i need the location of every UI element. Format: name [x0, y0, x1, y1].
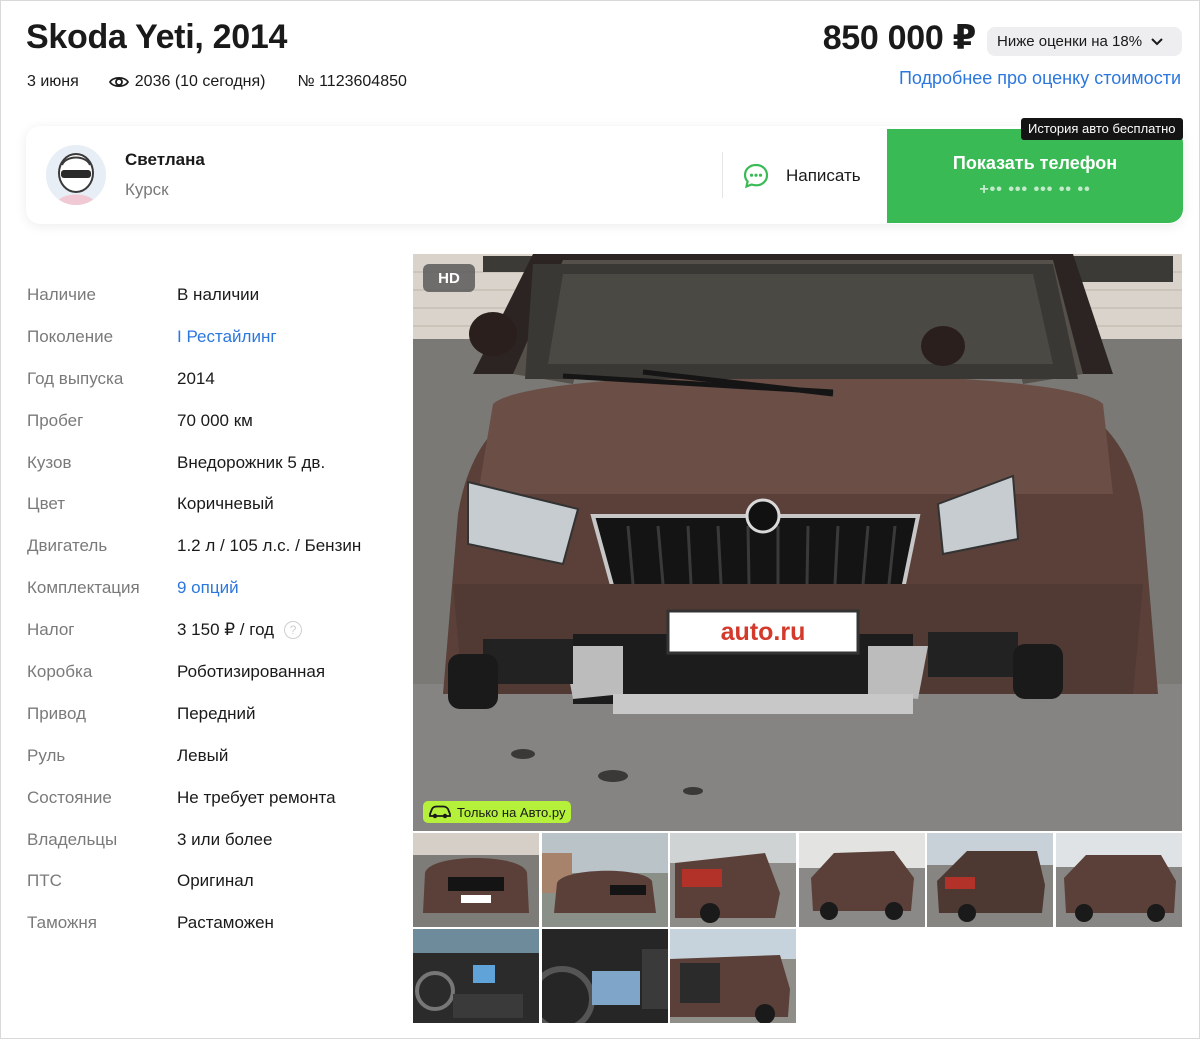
show-phone-button[interactable]: Показать телефон +•• ••• ••• •• ••: [887, 129, 1183, 223]
spec-row: Пробег 70 000 км: [27, 400, 397, 442]
spec-value: 1.2 л / 105 л.с. / Бензин: [177, 536, 362, 556]
spec-row: Поколение I Рестайлинг: [27, 316, 397, 358]
spec-row: Год выпуска 2014: [27, 358, 397, 400]
write-message-button[interactable]: Написать: [742, 162, 861, 190]
thumbnail[interactable]: [927, 833, 1053, 927]
seller-city: Курск: [125, 180, 169, 199]
specs-list: Наличие В наличии Поколение I Рестайлинг…: [27, 274, 397, 944]
price-rating-text: Ниже оценки на 18%: [997, 33, 1143, 50]
thumbnail[interactable]: [413, 929, 539, 1023]
spec-value: Передний: [177, 703, 256, 723]
spec-key: Состояние: [27, 787, 112, 807]
avatar: [46, 145, 106, 205]
views-text: 2036 (10 сегодня): [134, 73, 266, 90]
spec-key: Таможня: [27, 913, 97, 933]
tax-value: 3 150 ₽ / год: [177, 620, 275, 640]
show-phone-label: Показать телефон: [952, 153, 1118, 173]
hd-badge: HD: [423, 264, 475, 292]
spec-row: Привод Передний: [27, 693, 397, 735]
car-icon: [429, 805, 451, 819]
generation-link[interactable]: I Рестайлинг: [177, 327, 277, 347]
spec-key: Руль: [27, 745, 66, 765]
spec-value: Оригинал: [177, 871, 254, 891]
spec-value: Роботизированная: [177, 661, 326, 681]
options-link[interactable]: 9 опций: [177, 578, 239, 598]
only-autoru-badge: Только на Авто.ру: [423, 801, 572, 823]
spec-key: Наличие: [27, 284, 96, 304]
spec-row: Коробка Роботизированная: [27, 651, 397, 693]
spec-value: Внедорожник 5 дв.: [177, 452, 326, 472]
spec-key: Кузов: [27, 452, 72, 472]
spec-value: Коричневый: [177, 494, 274, 514]
spec-value: 2014: [177, 368, 215, 388]
seller-card: Светлана Курск Написать Показать телефон…: [26, 126, 1183, 224]
spec-key: Коробка: [27, 661, 93, 681]
phone-mask: +•• ••• ••• •• ••: [979, 181, 1091, 198]
car-photo: auto.ru: [413, 254, 1182, 831]
thumbnail[interactable]: [541, 929, 668, 1023]
chat-bubble-icon: [743, 163, 769, 189]
seller-name[interactable]: Светлана: [125, 150, 205, 170]
spec-value: Левый: [177, 745, 229, 765]
thumbnail[interactable]: [413, 833, 539, 927]
question-icon[interactable]: ?: [284, 621, 303, 640]
plate-text: auto.ru: [721, 618, 806, 646]
spec-row: Налог 3 150 ₽ / год ?: [27, 609, 397, 651]
listing-meta: 3 июня 2036 (10 сегодня) № 1123604850: [27, 73, 407, 91]
chevron-down-icon: [1151, 37, 1163, 45]
spec-row: Таможня Растаможен: [27, 902, 397, 944]
spec-row: Кузов Внедорожник 5 дв.: [27, 442, 397, 484]
history-tooltip[interactable]: История авто бесплатно: [1021, 118, 1183, 140]
thumbnail[interactable]: [798, 833, 925, 927]
thumbnail[interactable]: [1055, 833, 1182, 927]
price-rating-badge[interactable]: Ниже оценки на 18%: [987, 27, 1182, 56]
spec-row: Цвет Коричневый: [27, 483, 397, 525]
spec-value: 3 или более: [177, 829, 273, 849]
spec-row: ПТС Оригинал: [27, 860, 397, 902]
thumbnail[interactable]: [541, 833, 668, 927]
listing-date: 3 июня: [27, 73, 79, 90]
spec-row: Комплектация 9 опций: [27, 567, 397, 609]
spec-key: Цвет: [27, 494, 66, 514]
spec-value: Растаможен: [177, 913, 274, 933]
spec-value-tax: 3 150 ₽ / год ?: [177, 620, 303, 640]
card-divider: [722, 152, 723, 198]
spec-key: Привод: [27, 703, 87, 723]
spec-row: Двигатель 1.2 л / 105 л.с. / Бензин: [27, 525, 397, 567]
spec-key: Поколение: [27, 326, 114, 346]
main-photo[interactable]: auto.ru: [413, 254, 1182, 831]
spec-row: Наличие В наличии: [27, 274, 397, 316]
spec-key: Владельцы: [27, 829, 118, 849]
spec-key: Комплектация: [27, 578, 140, 598]
price-estimate-link[interactable]: Подробнее про оценку стоимости: [899, 68, 1181, 89]
listing-number: № 1123604850: [297, 73, 407, 90]
eye-icon: [108, 76, 129, 88]
spec-row: Руль Левый: [27, 735, 397, 777]
page-title: Skoda Yeti, 2014: [26, 18, 288, 56]
avatar-image: [46, 145, 106, 205]
spec-key: ПТС: [27, 871, 62, 891]
spec-key: Налог: [27, 620, 75, 640]
spec-row: Владельцы 3 или более: [27, 819, 397, 861]
price: 850 000 ₽: [822, 19, 977, 57]
thumbnail[interactable]: [670, 929, 796, 1023]
spec-value: В наличии: [177, 284, 260, 304]
views-counter: 2036 (10 сегодня): [108, 73, 266, 91]
spec-value: 70 000 км: [177, 410, 253, 430]
spec-value: Не требует ремонта: [177, 787, 336, 807]
spec-row: Состояние Не требует ремонта: [27, 777, 397, 819]
write-message-label: Написать: [786, 166, 861, 185]
thumbnail[interactable]: [670, 833, 796, 927]
spec-key: Пробег: [27, 410, 84, 430]
only-autoru-label: Только на Авто.ру: [457, 804, 566, 820]
spec-key: Двигатель: [27, 536, 108, 556]
spec-key: Год выпуска: [27, 368, 124, 388]
